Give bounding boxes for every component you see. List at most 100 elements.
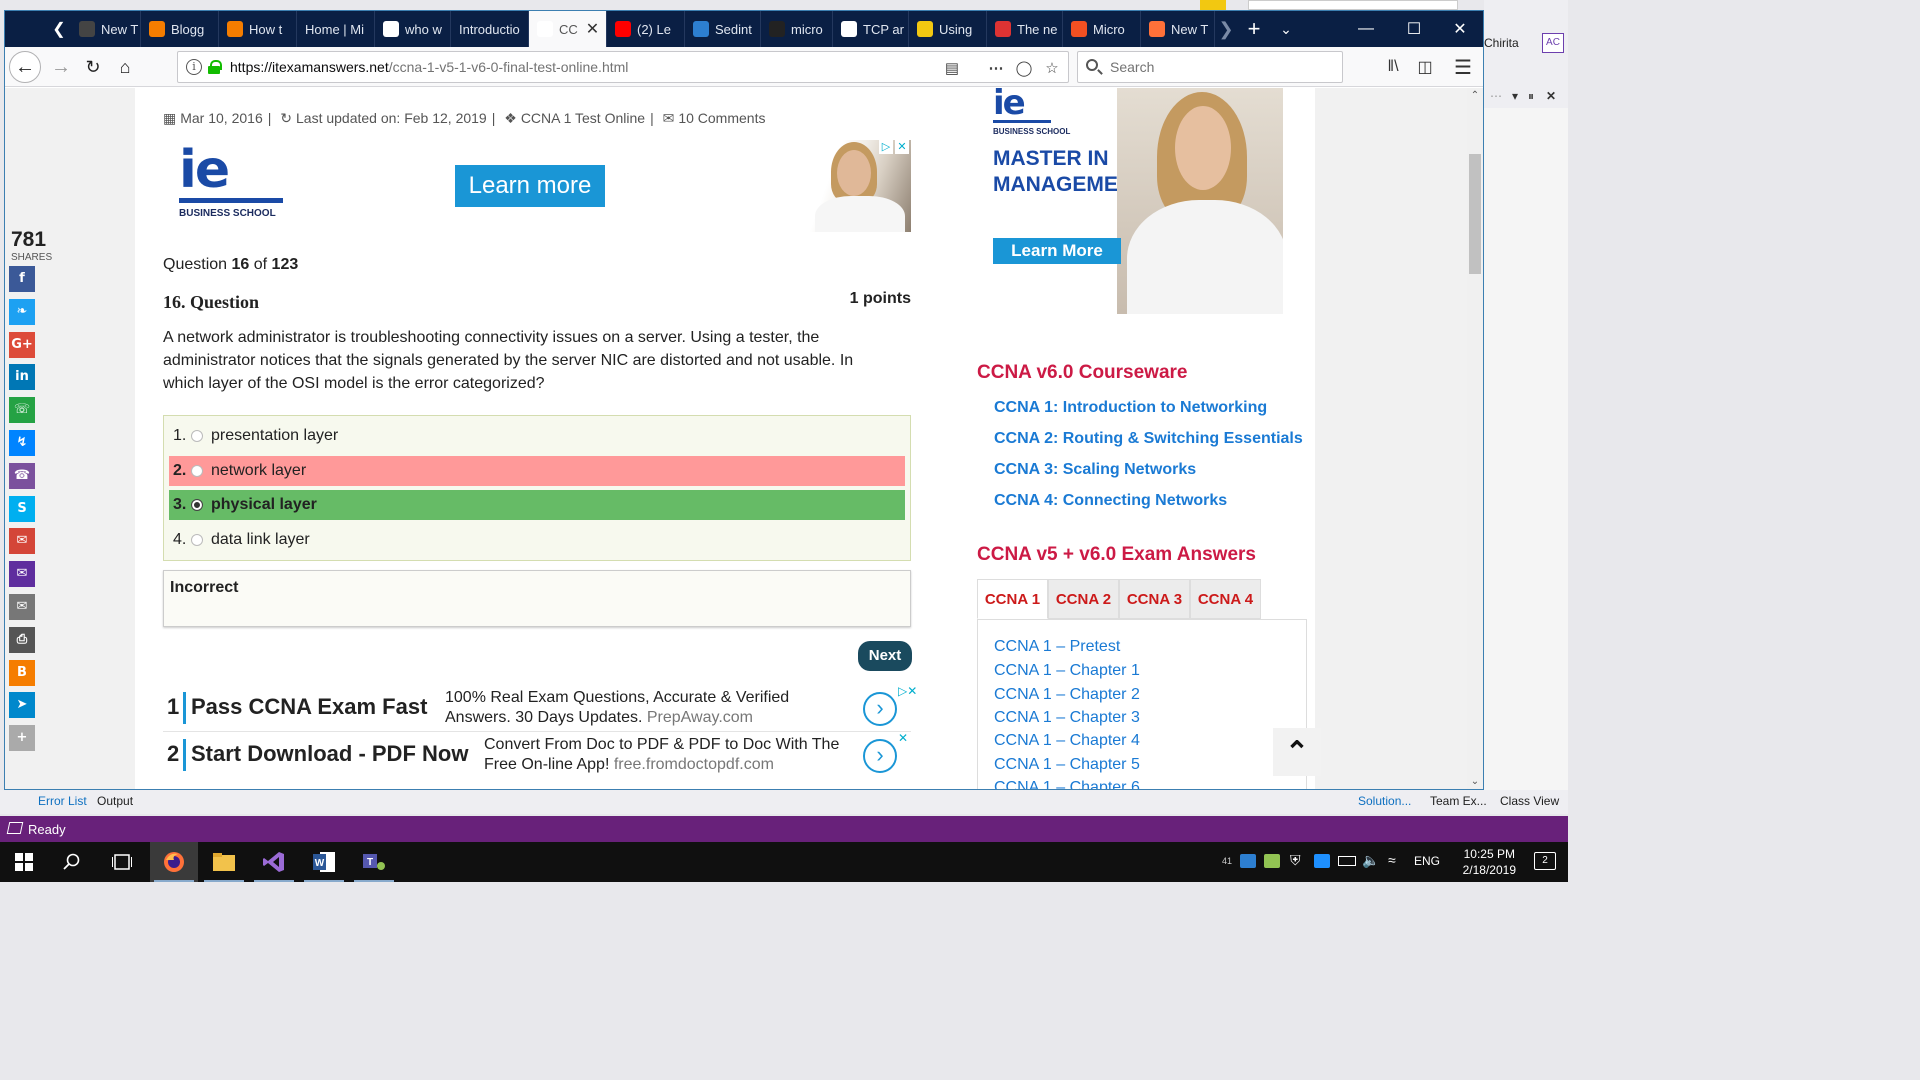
- browser-tab[interactable]: CC ✕: [529, 11, 607, 47]
- facebook-icon[interactable]: f: [9, 266, 35, 292]
- ad-learn-more-button[interactable]: Learn more: [455, 165, 605, 207]
- browser-tab[interactable]: New T: [71, 11, 141, 47]
- maximize-icon[interactable]: ☐: [1391, 11, 1437, 47]
- tab-scroll-left-icon[interactable]: ❮: [49, 11, 69, 47]
- task-view-button[interactable]: [98, 842, 146, 882]
- browser-tab[interactable]: New T: [1141, 11, 1215, 47]
- reload-icon[interactable]: ↻: [77, 51, 109, 83]
- home-icon[interactable]: ⌂: [109, 51, 141, 83]
- gmail-icon[interactable]: ✉: [9, 528, 35, 555]
- volume-icon[interactable]: 🔈: [1362, 852, 1379, 869]
- sponsored-ad-domain[interactable]: PrepAway.com: [647, 709, 753, 726]
- browser-tab[interactable]: Sedint: [685, 11, 761, 47]
- tab-ccna-3[interactable]: CCNA 3: [1119, 579, 1190, 619]
- post-comments[interactable]: 10 Comments: [678, 110, 765, 126]
- courseware-link[interactable]: CCNA 2: Routing & Switching Essentials: [994, 430, 1303, 448]
- browser-tab[interactable]: Micro: [1063, 11, 1141, 47]
- battery-icon[interactable]: [1338, 856, 1356, 866]
- post-category[interactable]: CCNA 1 Test Online: [521, 110, 645, 126]
- answer-option[interactable]: 1. presentation layer: [169, 421, 905, 451]
- close-ad-icon[interactable]: ✕: [898, 731, 908, 745]
- wifi-icon[interactable]: ≈: [1388, 852, 1396, 868]
- page-actions-icon[interactable]: ⋯: [986, 58, 1006, 78]
- taskbar-visual-studio[interactable]: [250, 842, 298, 882]
- tab-list-chevron-down-icon[interactable]: ⌄: [1271, 11, 1301, 47]
- chevron-right-icon[interactable]: ›: [863, 739, 897, 773]
- new-tab-icon[interactable]: +: [1239, 11, 1269, 47]
- print-icon[interactable]: ⎙: [9, 626, 35, 653]
- tray-teams-icon[interactable]: [1240, 854, 1256, 868]
- chapter-link[interactable]: CCNA 1 – Chapter 3: [994, 709, 1140, 727]
- answer-radio[interactable]: [191, 465, 203, 477]
- tab-ccna-2[interactable]: CCNA 2: [1048, 579, 1119, 619]
- viber-icon[interactable]: ☎: [9, 462, 35, 489]
- blogger-icon[interactable]: B: [9, 659, 35, 686]
- vs-tab-solution[interactable]: Solution...: [1358, 794, 1411, 808]
- language-indicator[interactable]: ENG: [1414, 854, 1440, 868]
- chapter-link[interactable]: CCNA 1 – Pretest: [994, 638, 1120, 656]
- google-plus-icon[interactable]: G+: [9, 331, 35, 358]
- reader-view-icon[interactable]: ▤: [942, 58, 962, 78]
- back-arrow-icon[interactable]: ←: [9, 51, 41, 83]
- yahoo-mail-icon[interactable]: ✉: [9, 561, 35, 588]
- telegram-icon[interactable]: ➤: [9, 692, 35, 719]
- browser-tab[interactable]: Introductio: [451, 11, 529, 47]
- clock[interactable]: 10:25 PM 2/18/2019: [1463, 846, 1516, 878]
- browser-tab[interactable]: The ne: [987, 11, 1063, 47]
- chapter-link[interactable]: CCNA 1 – Chapter 5: [994, 756, 1140, 774]
- skype-icon[interactable]: S: [9, 495, 35, 522]
- adchoices-icon[interactable]: ▷✕: [898, 684, 917, 698]
- browser-tab[interactable]: TCP ar: [833, 11, 909, 47]
- taskbar-teams[interactable]: T: [350, 842, 398, 882]
- courseware-link[interactable]: CCNA 3: Scaling Networks: [994, 461, 1196, 479]
- menu-hamburger-icon[interactable]: ☰: [1447, 51, 1479, 83]
- adchoices-icon[interactable]: ▷✕: [879, 140, 909, 154]
- scroll-down-icon[interactable]: ⌄: [1467, 774, 1483, 789]
- answer-option[interactable]: 4. data link layer: [169, 525, 905, 555]
- vs-pane-dropdown-icon[interactable]: ▾: [1512, 89, 1518, 103]
- browser-tab[interactable]: who w: [375, 11, 451, 47]
- vs-user-avatar[interactable]: AC: [1542, 33, 1564, 53]
- sponsored-ad[interactable]: 1 Pass CCNA Exam Fast 100% Real Exam Que…: [163, 684, 917, 732]
- vs-quick-launch[interactable]: [1248, 0, 1458, 10]
- search-taskbar-button[interactable]: [48, 842, 96, 882]
- tab-ccna-1[interactable]: CCNA 1: [977, 579, 1048, 619]
- library-icon[interactable]: ‖\: [1377, 51, 1409, 83]
- sponsored-ad[interactable]: 2 Start Download - PDF Now Convert From …: [163, 731, 911, 779]
- sidebar-icon[interactable]: ◫: [1409, 51, 1441, 83]
- scrollbar-thumb[interactable]: [1469, 154, 1481, 274]
- close-window-icon[interactable]: ✕: [1437, 11, 1483, 47]
- tray-app-icon[interactable]: [1264, 854, 1280, 868]
- messenger-icon[interactable]: ↯: [9, 430, 35, 456]
- vs-pane-close-icon[interactable]: ✕: [1546, 89, 1556, 103]
- browser-tab[interactable]: micro: [761, 11, 833, 47]
- browser-tab[interactable]: (2) Le: [607, 11, 685, 47]
- browser-tab[interactable]: How t: [219, 11, 297, 47]
- answer-radio[interactable]: [191, 430, 203, 442]
- answer-radio[interactable]: [191, 534, 203, 546]
- action-center-icon[interactable]: 2: [1534, 852, 1556, 870]
- page-scrollbar[interactable]: ⌃ ⌄: [1467, 88, 1483, 789]
- bookmark-star-icon[interactable]: ☆: [1042, 58, 1062, 78]
- whatsapp-icon[interactable]: ☏: [9, 397, 35, 424]
- sidebar-ad-learn-more-button[interactable]: Learn More: [993, 238, 1121, 264]
- sponsored-ad-headline[interactable]: Start Download - PDF Now: [191, 741, 468, 767]
- browser-tab[interactable]: Home | Mi: [297, 11, 375, 47]
- browser-tab[interactable]: Blogg: [141, 11, 219, 47]
- email-icon[interactable]: ✉: [9, 594, 35, 620]
- answer-option[interactable]: 2. network layer: [169, 456, 905, 486]
- forward-arrow-icon[interactable]: →: [45, 51, 77, 83]
- vs-tab-class-view[interactable]: Class View: [1500, 794, 1559, 808]
- vs-pane-pin-icon[interactable]: ⏸: [1528, 89, 1534, 104]
- answer-option[interactable]: 3. physical layer: [169, 490, 905, 520]
- chapter-link[interactable]: CCNA 1 – Chapter 1: [994, 662, 1140, 680]
- tab-scroll-right-icon[interactable]: ❯: [1211, 11, 1241, 47]
- more-share-icon[interactable]: +: [9, 725, 35, 752]
- search-input[interactable]: Search: [1077, 51, 1343, 83]
- vs-tab-output[interactable]: Output: [97, 794, 133, 808]
- linkedin-icon[interactable]: in: [9, 364, 35, 391]
- chapter-link[interactable]: CCNA 1 – Chapter 6: [994, 779, 1140, 789]
- next-button[interactable]: Next: [858, 641, 912, 671]
- start-button[interactable]: [0, 842, 48, 882]
- url-text[interactable]: https://itexamanswers.net/ccna-1-v5-1-v6…: [230, 59, 628, 75]
